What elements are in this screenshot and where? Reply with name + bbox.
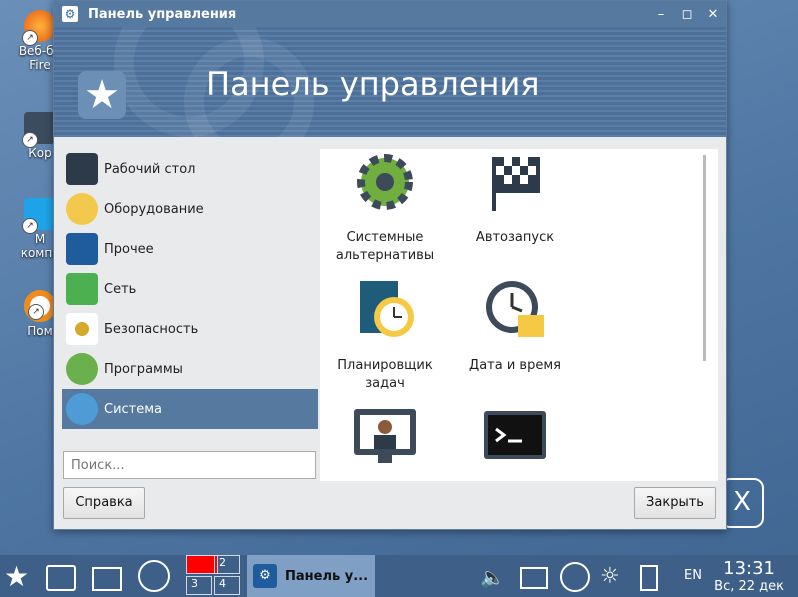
taskbar: ★ 2 3 4 ⚙ Панель у... 🔈 ☼ EN 13:31 Вс, 2… (0, 555, 798, 597)
help-button[interactable]: Справка (63, 487, 145, 519)
sidebar-item-network[interactable]: Сеть (62, 269, 318, 309)
taskbar-item-label: Панель у... (285, 568, 369, 584)
category-sidebar: Рабочий стол Оборудование Прочее Сеть Бе… (62, 149, 318, 429)
desktop-palette-icon (66, 153, 98, 185)
trash-icon: ↗ (22, 112, 56, 148)
lifebuoy-icon: ↗ (24, 290, 56, 322)
shortcut-arrow-icon: ↗ (22, 132, 38, 148)
tile-autostart[interactable]: Автозапуск (450, 149, 580, 247)
tile-users[interactable] (320, 405, 450, 481)
computer-icon: ↗ (22, 198, 56, 234)
tile-label: альтернативы (335, 248, 435, 263)
banner-title: Панель управления (206, 65, 540, 103)
sidebar-item-label: Рабочий стол (104, 161, 196, 177)
tile-label: задач (365, 376, 405, 391)
close-button[interactable]: Закрыть (634, 487, 716, 519)
clock-calendar-icon (486, 281, 544, 337)
control-panel-window: ⚙ Панель управления – ◻ ✕ ★ Панель управ… (53, 0, 727, 530)
window-title: Панель управления (88, 6, 237, 22)
window-titlebar[interactable]: ⚙ Панель управления – ◻ ✕ (54, 1, 726, 27)
settings-grid: Системные альтернативы Автозапуск Планир… (320, 149, 718, 481)
sidebar-item-security[interactable]: Безопасность (62, 309, 318, 349)
clock-time: 13:31 (723, 558, 776, 579)
tile-system-alternatives[interactable]: Системные альтернативы (320, 149, 450, 265)
security-lock-icon (66, 313, 98, 345)
firefox-icon: ↗ (22, 10, 56, 46)
network-monitors-icon (66, 273, 98, 305)
windows-switcher-icon[interactable] (92, 567, 122, 591)
system-gear-icon (66, 393, 98, 425)
sidebar-item-label: Оборудование (104, 201, 204, 217)
workspace-2[interactable]: 2 (214, 555, 240, 574)
app-launcher-icon[interactable] (46, 565, 76, 591)
star-logo-icon: ★ (78, 71, 126, 119)
workspace-3[interactable]: 3 (186, 576, 212, 595)
clock-date: Вс, 22 дек (714, 579, 784, 594)
terminal-icon (484, 411, 546, 459)
battery-icon[interactable] (640, 565, 658, 591)
volume-icon[interactable]: 🔈 (480, 562, 510, 592)
content-scrollbar[interactable] (703, 155, 706, 361)
user-monitor-icon (354, 409, 416, 463)
tile-label: Автозапуск (475, 230, 555, 245)
sidebar-item-label: Сеть (104, 281, 137, 297)
hardware-mouse-icon (66, 193, 98, 225)
checkered-flag-icon (492, 157, 540, 211)
close-window-button[interactable]: ✕ (700, 7, 726, 22)
workspace-4[interactable]: 4 (214, 576, 240, 595)
programs-monitor-icon (66, 353, 98, 385)
sidebar-item-programs[interactable]: Программы (62, 349, 318, 389)
tile-label: Системные (346, 230, 424, 245)
control-panel-icon: ⚙ (253, 564, 277, 588)
sidebar-item-label: Программы (104, 361, 183, 377)
misc-gear-icon (66, 233, 98, 265)
network-icon[interactable] (520, 567, 548, 589)
minimize-button[interactable]: – (648, 7, 674, 22)
control-panel-icon: ⚙ (62, 6, 78, 22)
file-manager-icon[interactable] (138, 560, 170, 592)
shortcut-arrow-icon: ↗ (22, 218, 38, 234)
sidebar-item-misc[interactable]: Прочее (62, 229, 318, 269)
tile-date-time[interactable]: Дата и время (450, 277, 580, 375)
usb-icon[interactable] (560, 562, 590, 592)
tile-terminal[interactable] (450, 405, 580, 481)
sidebar-item-hardware[interactable]: Оборудование (62, 189, 318, 229)
keyboard-layout-indicator[interactable]: EN (684, 568, 702, 583)
taskbar-item-control-panel[interactable]: ⚙ Панель у... (247, 555, 375, 597)
sidebar-item-label: Прочее (104, 241, 154, 257)
tile-task-scheduler[interactable]: Планировщик задач (320, 277, 450, 393)
shortcut-arrow-icon: ↗ (28, 304, 44, 320)
maximize-button[interactable]: ◻ (674, 7, 700, 22)
banner: ★ Панель управления (54, 27, 726, 137)
shortcut-arrow-icon: ↗ (22, 30, 38, 46)
sidebar-item-label: Система (104, 401, 163, 417)
sidebar-item-label: Безопасность (104, 321, 199, 337)
brightness-icon[interactable]: ☼ (600, 562, 630, 592)
task-scheduler-icon (360, 281, 414, 337)
tile-label: Дата и время (469, 358, 561, 373)
sidebar-item-desktop[interactable]: Рабочий стол (62, 149, 318, 189)
workspace-pager[interactable]: 2 3 4 (186, 555, 242, 597)
clock[interactable]: 13:31 Вс, 22 дек (714, 558, 784, 594)
start-menu-star-icon[interactable]: ★ (4, 562, 34, 592)
gear-icon (357, 154, 413, 210)
tile-label: Планировщик (337, 358, 433, 373)
search-input[interactable] (63, 451, 316, 479)
sidebar-item-system[interactable]: Система (62, 389, 318, 429)
